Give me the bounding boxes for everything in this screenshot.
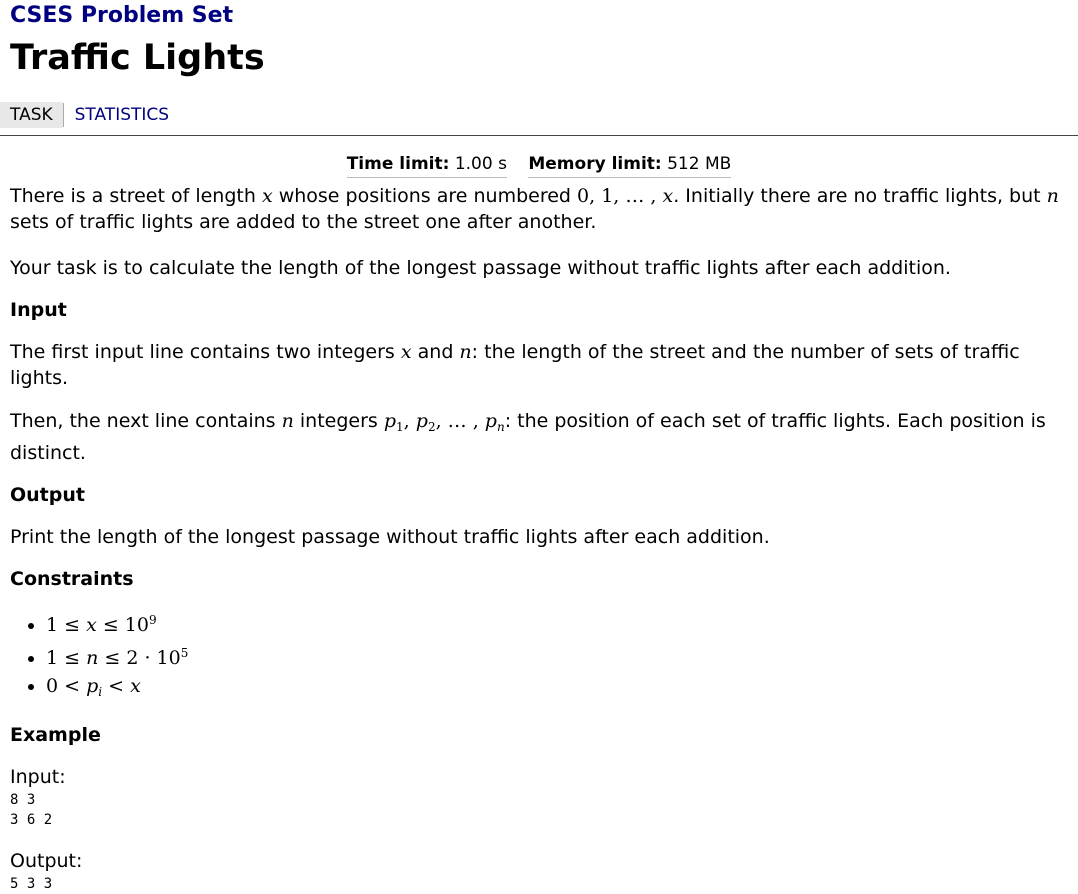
- constraint-p: 0 < pi < x: [46, 672, 1070, 706]
- task-nav: TASK STATISTICS: [0, 102, 180, 128]
- tab-task[interactable]: TASK: [0, 102, 63, 128]
- output-paragraph: Print the length of the longest passage …: [10, 526, 770, 548]
- nav-underline: [0, 135, 1078, 136]
- memory-limit: Memory limit: 512 MB: [528, 154, 732, 178]
- example-input-line-2: 3 6 2: [10, 812, 53, 828]
- example-output-label: Output:: [10, 850, 83, 872]
- constraints-heading: Constraints: [10, 568, 134, 590]
- example-input-label: Input:: [10, 766, 66, 788]
- input-heading: Input: [10, 299, 67, 321]
- time-limit-label: Time limit:: [346, 154, 450, 174]
- problem-statement: There is a street of length x whose posi…: [10, 183, 1070, 894]
- example-output-block: 5 3 3: [10, 874, 1070, 894]
- memory-limit-value: 512 MB: [667, 154, 732, 174]
- limits-bar: Time limit: 1.00 s Memory limit: 512 MB: [0, 154, 1078, 178]
- time-limit-value: 1.00 s: [454, 154, 507, 174]
- output-heading: Output: [10, 484, 85, 506]
- example-output-line-1: 5 3 3: [10, 876, 53, 892]
- memory-limit-label: Memory limit:: [528, 154, 662, 174]
- constraint-x: 1 ≤ x ≤ 109: [46, 606, 1070, 639]
- input-paragraph-1: The first input line contains two intege…: [10, 341, 1020, 389]
- statement-paragraph-1: There is a street of length x whose posi…: [10, 185, 1059, 233]
- example-input-line-1: 8 3: [10, 792, 36, 808]
- constraints-list: 1 ≤ x ≤ 109 1 ≤ n ≤ 2 · 105 0 < pi < x: [10, 606, 1070, 706]
- constraint-n: 1 ≤ n ≤ 2 · 105: [46, 639, 1070, 672]
- statement-paragraph-2: Your task is to calculate the length of …: [10, 257, 951, 279]
- example-input-block: 8 3 3 6 2: [10, 790, 1070, 830]
- page-title: Traffic Lights: [10, 38, 265, 78]
- tab-statistics[interactable]: STATISTICS: [64, 102, 180, 128]
- time-limit: Time limit: 1.00 s: [346, 154, 507, 178]
- site-title-link[interactable]: CSES Problem Set: [10, 3, 233, 28]
- example-heading: Example: [10, 724, 101, 746]
- input-paragraph-2: Then, the next line contains n integers …: [10, 410, 1046, 464]
